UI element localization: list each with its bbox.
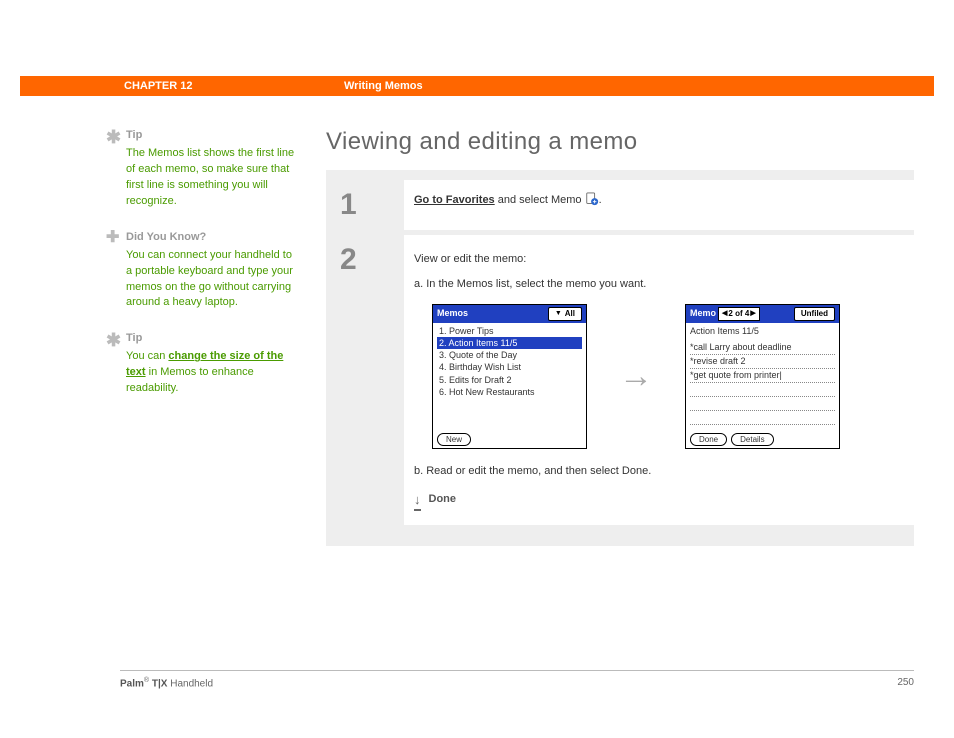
- step-intro: View or edit the memo:: [414, 251, 894, 268]
- triangle-right-icon: ▶: [750, 309, 755, 320]
- tip-block-1: ✱ Tip The Memos list shows the first lin…: [108, 128, 298, 210]
- details-button[interactable]: Details: [731, 433, 773, 446]
- step-2: 2 View or edit the memo: a. In the Memos…: [326, 235, 914, 525]
- page-number: 250: [897, 677, 914, 689]
- list-item[interactable]: 6. Hot New Restaurants: [437, 386, 582, 398]
- step-text: and select Memo: [495, 194, 585, 206]
- screenshots-row: Memos ▼All 1. Power Tips2. Action Items …: [432, 304, 894, 449]
- list-item[interactable]: 2. Action Items 11/5: [437, 337, 582, 349]
- brand-mid: T|X: [149, 678, 170, 689]
- asterisk-icon: ✱: [106, 331, 121, 349]
- step-number: 1: [326, 180, 404, 230]
- category-label: Unfiled: [801, 308, 828, 320]
- step-period: .: [599, 194, 602, 206]
- page-title: Viewing and editing a memo: [326, 128, 914, 156]
- memo-detail-screen: Memo ◀2 of 4▶ Unfiled Action Items 11/5 …: [685, 304, 840, 449]
- section-label: Writing Memos: [344, 80, 423, 92]
- done-button[interactable]: Done: [690, 433, 727, 446]
- substep-a: a. In the Memos list, select the memo yo…: [414, 276, 894, 293]
- memo-text-line[interactable]: [690, 411, 835, 425]
- tip-title: Tip: [126, 331, 298, 347]
- screen-header: Memo ◀2 of 4▶ Unfiled: [686, 305, 839, 323]
- category-selector[interactable]: ▼All: [548, 307, 582, 321]
- tip-title: Tip: [126, 128, 298, 144]
- step-1: 1 Go to Favorites and select Memo .: [326, 180, 914, 230]
- category-label: All: [565, 308, 575, 320]
- list-item[interactable]: 4. Birthday Wish List: [437, 361, 582, 373]
- memo-text-line[interactable]: [690, 383, 835, 397]
- memo-text-line[interactable]: *call Larry about deadline: [690, 341, 835, 355]
- memo-text-line[interactable]: *get quote from printer|: [690, 369, 835, 383]
- arrow-down-stop-icon: ↓: [414, 490, 421, 510]
- tip-body: The Memos list shows the first line of e…: [126, 146, 298, 210]
- footer-brand: Palm® T|X Handheld: [120, 677, 213, 689]
- step-body: View or edit the memo: a. In the Memos l…: [404, 235, 914, 525]
- screen-title: Memo: [690, 307, 716, 321]
- list-item[interactable]: 5. Edits for Draft 2: [437, 374, 582, 386]
- screen-title: Memos: [437, 307, 468, 321]
- list-item[interactable]: 1. Power Tips: [437, 325, 582, 337]
- sidebar: ✱ Tip The Memos list shows the first lin…: [108, 128, 298, 546]
- main-content: Viewing and editing a memo 1 Go to Favor…: [326, 128, 914, 546]
- triangle-down-icon: ▼: [555, 309, 562, 320]
- brand-rest: Handheld: [170, 678, 213, 689]
- dyk-title: Did You Know?: [126, 230, 298, 246]
- substep-b: b. Read or edit the memo, and then selec…: [414, 463, 894, 480]
- memo-detail-body: Action Items 11/5 *call Larry about dead…: [686, 323, 839, 431]
- page-footer: Palm® T|X Handheld 250: [120, 670, 914, 689]
- list-item[interactable]: 3. Quote of the Day: [437, 349, 582, 361]
- tip-text-pre: You can: [126, 350, 168, 362]
- asterisk-icon: ✱: [106, 128, 121, 146]
- chapter-header: CHAPTER 12 Writing Memos: [20, 76, 934, 96]
- did-you-know-block: ✚ Did You Know? You can connect your han…: [108, 230, 298, 312]
- memo-app-icon: [585, 192, 599, 206]
- done-indicator: ↓ Done: [414, 490, 894, 510]
- record-position: 2 of 4: [728, 308, 749, 320]
- record-nav[interactable]: ◀2 of 4▶: [718, 307, 760, 321]
- memo-list-body: 1. Power Tips2. Action Items 11/53. Quot…: [433, 323, 586, 431]
- memos-list-screen: Memos ▼All 1. Power Tips2. Action Items …: [432, 304, 587, 449]
- chapter-label: CHAPTER 12: [124, 80, 344, 92]
- memo-text-line[interactable]: [690, 397, 835, 411]
- dyk-body: You can connect your handheld to a porta…: [126, 248, 298, 312]
- screen-header: Memos ▼All: [433, 305, 586, 323]
- go-to-favorites-link[interactable]: Go to Favorites: [414, 194, 495, 206]
- screen-footer: New: [433, 431, 586, 448]
- memo-heading: Action Items 11/5: [690, 325, 835, 339]
- memo-text-line[interactable]: *revise draft 2: [690, 355, 835, 369]
- new-button[interactable]: New: [437, 433, 471, 446]
- screen-footer: Done Details: [686, 431, 839, 448]
- step-number: 2: [326, 235, 404, 525]
- plus-icon: ✚: [106, 230, 119, 246]
- done-label: Done: [429, 491, 457, 508]
- steps-container: 1 Go to Favorites and select Memo . 2 Vi…: [326, 170, 914, 546]
- triangle-left-icon: ◀: [722, 309, 727, 320]
- step-body: Go to Favorites and select Memo .: [404, 180, 914, 230]
- arrow-right-icon: →: [619, 351, 653, 402]
- tip-block-2: ✱ Tip You can change the size of the tex…: [108, 331, 298, 397]
- brand-strong: Palm: [120, 678, 144, 689]
- tip-body: You can change the size of the text in M…: [126, 349, 298, 397]
- tip-text-post: in Memos to enhance readability.: [126, 366, 254, 394]
- category-selector[interactable]: Unfiled: [794, 307, 835, 321]
